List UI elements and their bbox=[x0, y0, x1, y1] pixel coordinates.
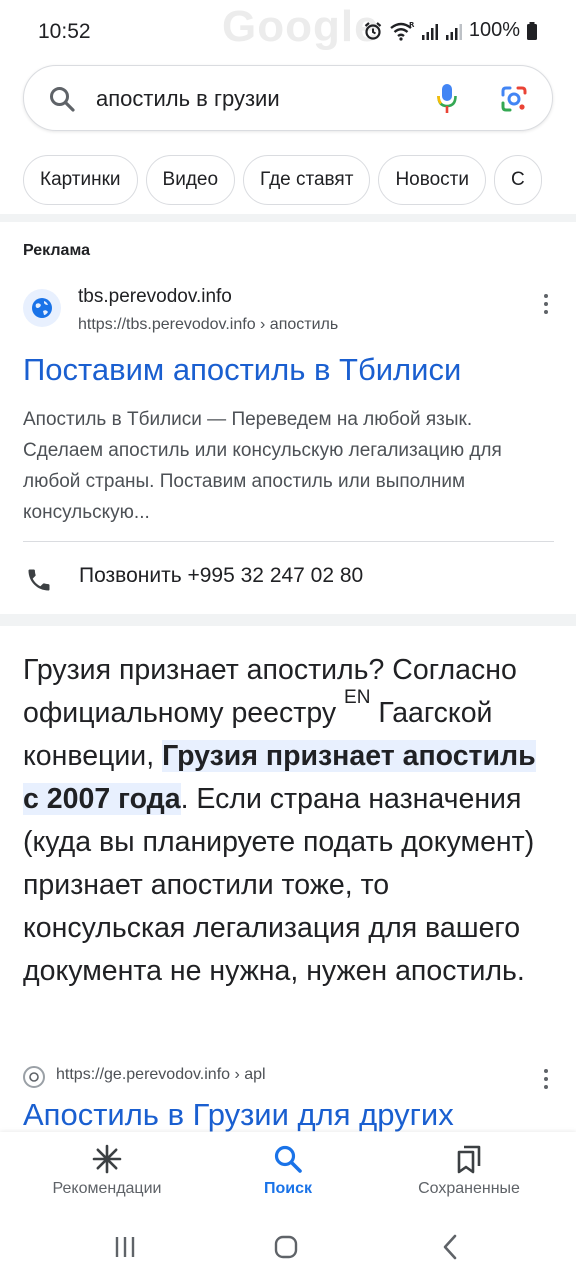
search-input[interactable] bbox=[96, 82, 416, 116]
svg-text:R: R bbox=[409, 21, 415, 29]
back-icon[interactable] bbox=[438, 1234, 464, 1260]
ad-label: Реклама bbox=[23, 242, 90, 259]
signal-icon bbox=[421, 23, 438, 40]
lens-icon[interactable] bbox=[500, 85, 528, 113]
search-icon bbox=[274, 1145, 302, 1173]
status-bar: 10:52 Google R 100% bbox=[0, 0, 576, 62]
mic-icon[interactable] bbox=[436, 83, 458, 115]
chip-where[interactable]: Где ставят bbox=[243, 155, 371, 205]
result-url[interactable]: https://ge.perevodov.info › apl bbox=[56, 1066, 266, 1084]
nav-label: Поиск bbox=[263, 1180, 312, 1197]
alarm-icon bbox=[364, 21, 382, 40]
google-watermark: Google bbox=[222, 2, 380, 51]
more-options-icon[interactable] bbox=[536, 292, 556, 316]
asterisk-icon bbox=[92, 1144, 122, 1174]
call-button[interactable]: Позвонить +995 32 247 02 80 bbox=[23, 560, 554, 596]
nav-label: Рекомендации bbox=[52, 1180, 162, 1197]
nav-saved[interactable]: Сохраненные bbox=[384, 1144, 554, 1198]
signal-icon bbox=[445, 23, 462, 40]
more-options-icon[interactable] bbox=[536, 1067, 556, 1091]
status-icons: R 100% bbox=[363, 19, 538, 42]
ad-divider bbox=[23, 541, 554, 542]
ad-title-link[interactable]: Поставим апостиль в Тбилиси bbox=[23, 352, 461, 388]
bookmark-icon bbox=[457, 1145, 481, 1174]
call-label: Позвонить +995 32 247 02 80 bbox=[79, 564, 364, 587]
home-icon[interactable] bbox=[273, 1234, 299, 1260]
nav-recommendations[interactable]: Рекомендации bbox=[22, 1144, 192, 1198]
recent-apps-icon[interactable] bbox=[112, 1234, 138, 1260]
chip-more[interactable]: С bbox=[494, 155, 542, 205]
search-bar[interactable] bbox=[23, 65, 553, 131]
system-navigation bbox=[0, 1216, 576, 1280]
language-badge[interactable]: EN bbox=[344, 687, 370, 708]
result-favicon bbox=[23, 1066, 45, 1088]
chip-video[interactable]: Видео bbox=[145, 155, 236, 205]
ad-description: Апостиль в Тбилиси — Переведем на любой … bbox=[23, 409, 502, 523]
wifi-icon: R bbox=[390, 21, 415, 41]
globe-icon bbox=[32, 298, 52, 318]
phone-icon bbox=[28, 569, 50, 591]
battery-icon bbox=[527, 21, 537, 40]
section-divider bbox=[0, 614, 576, 626]
ad-favicon bbox=[23, 289, 61, 327]
result-title-link[interactable]: Апостиль в Грузии для других bbox=[23, 1097, 454, 1133]
battery-percent: 100% bbox=[468, 19, 520, 41]
site-logo-icon bbox=[29, 1072, 39, 1082]
section-divider bbox=[0, 214, 576, 222]
bottom-navigation: Рекомендации Поиск Сохраненные bbox=[0, 1132, 576, 1216]
featured-snippet: Грузия признает апостиль? Согласно офици… bbox=[23, 649, 553, 993]
nav-search[interactable]: Поиск bbox=[203, 1144, 373, 1198]
filter-chips: Картинки Видео Где ставят Новости С bbox=[23, 155, 576, 207]
chip-news[interactable]: Новости bbox=[378, 155, 486, 205]
ad-site-name[interactable]: tbs.perevodov.info bbox=[78, 286, 232, 308]
ad-site-url[interactable]: https://tbs.perevodov.info › апостиль bbox=[78, 316, 338, 334]
status-time: 10:52 bbox=[38, 20, 91, 43]
chip-images[interactable]: Картинки bbox=[23, 155, 138, 205]
nav-label: Сохраненные bbox=[418, 1180, 520, 1197]
search-icon bbox=[50, 87, 75, 112]
